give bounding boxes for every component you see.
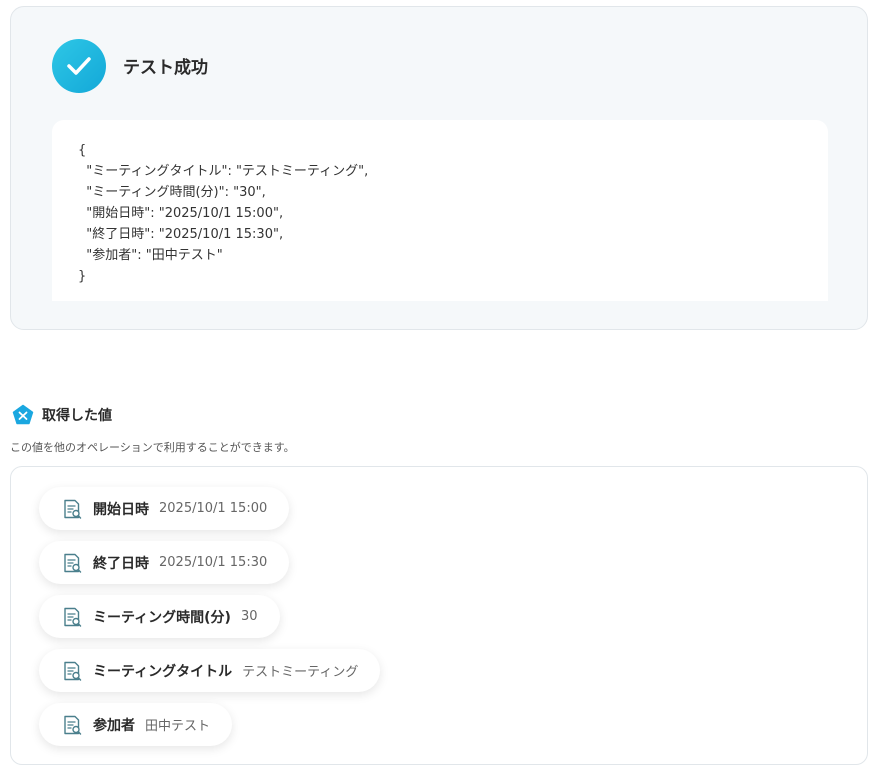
document-search-icon — [64, 499, 82, 519]
json-line: "開始日時": "2025/10/1 15:00", — [78, 206, 284, 221]
chip-value: 2025/10/1 15:30 — [159, 555, 268, 570]
chip-label: 終了日時 — [93, 555, 149, 572]
document-search-icon — [64, 661, 82, 681]
json-line: "ミーティングタイトル": "テストミーティング", — [78, 164, 369, 179]
chip-value: 田中テスト — [145, 719, 211, 734]
check-circle-icon — [52, 39, 106, 93]
json-line: "ミーティング時間(分)": "30", — [78, 185, 266, 200]
section-description: この値を他のオペレーションで利用することができます。 — [10, 441, 295, 454]
json-line: "終了日時": "2025/10/1 15:30", — [78, 227, 284, 242]
value-chip-meeting-duration[interactable]: ミーティング時間(分) 30 — [39, 595, 280, 638]
document-search-icon — [64, 715, 82, 735]
chip-label: 開始日時 — [93, 501, 149, 518]
chip-value: 2025/10/1 15:00 — [159, 501, 268, 516]
value-chip-participant[interactable]: 参加者 田中テスト — [39, 703, 233, 746]
section-header: 取得した値 — [12, 404, 112, 426]
json-line: { — [78, 143, 87, 158]
value-chip-end-datetime[interactable]: 終了日時 2025/10/1 15:30 — [39, 541, 290, 584]
value-chip-meeting-title[interactable]: ミーティングタイトル テストミーティング — [39, 649, 381, 692]
chip-label: ミーティング時間(分) — [93, 609, 231, 626]
test-result-card: テスト成功 { "ミーティングタイトル": "テストミーティング", "ミーティ… — [10, 6, 868, 330]
chip-value: テストミーティング — [242, 665, 359, 680]
document-search-icon — [64, 607, 82, 627]
json-line: } — [78, 269, 87, 284]
values-card: 開始日時 2025/10/1 15:00 終了日時 2025/10/1 15:3… — [10, 466, 868, 765]
chip-label: ミーティングタイトル — [93, 663, 233, 680]
chip-value: 30 — [240, 609, 258, 624]
document-search-icon — [64, 553, 82, 573]
json-line: "参加者": "田中テスト" — [78, 248, 223, 263]
section-title: 取得した値 — [42, 408, 112, 424]
variable-pentagon-icon — [12, 404, 34, 425]
chip-label: 参加者 — [93, 717, 135, 734]
value-chip-start-datetime[interactable]: 開始日時 2025/10/1 15:00 — [39, 487, 290, 530]
result-title: テスト成功 — [123, 58, 208, 78]
json-output: { "ミーティングタイトル": "テストミーティング", "ミーティング時間(分… — [52, 120, 828, 301]
